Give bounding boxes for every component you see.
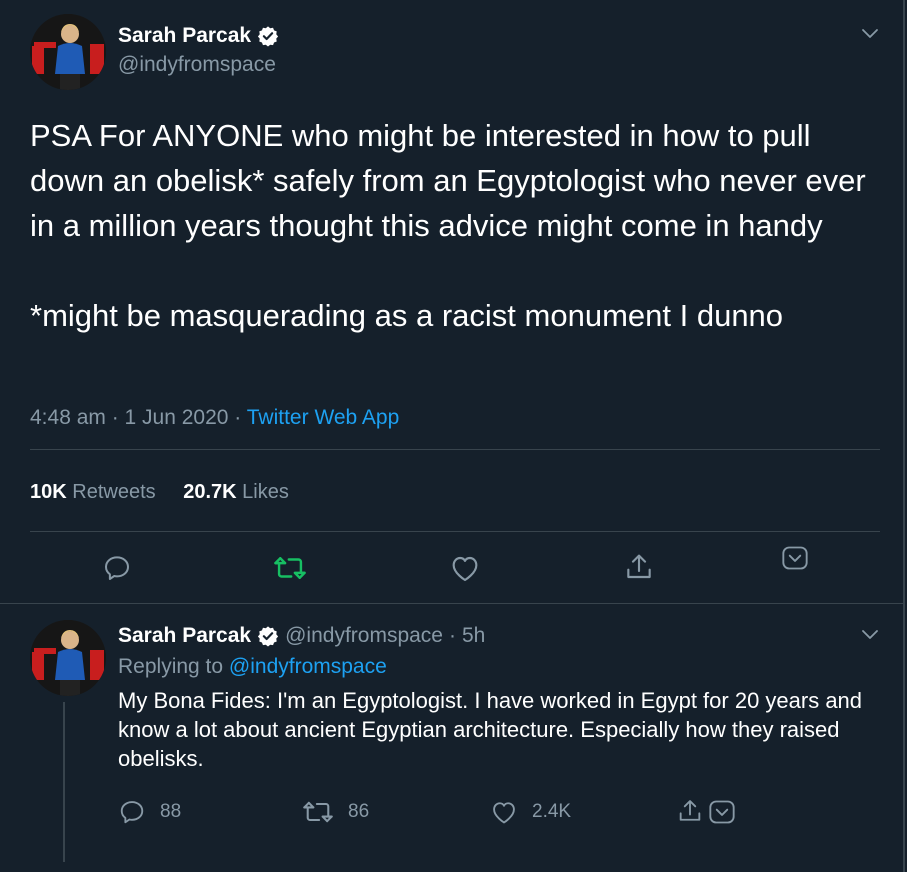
like-count: 2.4K: [532, 801, 572, 822]
likes-stat[interactable]: 20.7K Likes: [183, 481, 289, 503]
chevron-down-icon[interactable]: [781, 545, 809, 571]
likes-count: 20.7K: [183, 481, 237, 503]
reply-icon: [120, 801, 144, 824]
tweet-text-paragraph: PSA For ANYONE who might be interested i…: [30, 118, 866, 243]
author-name[interactable]: Sarah Parcak: [118, 624, 251, 648]
reply-count: 88: [160, 801, 182, 822]
avatar[interactable]: [30, 620, 106, 696]
avatar[interactable]: [30, 14, 106, 90]
chevron-down-icon[interactable]: [708, 799, 736, 825]
tweet-timestamp[interactable]: 4:48 am · 1 Jun 2020: [30, 406, 228, 429]
replying-to: Replying to @indyfromspace: [118, 655, 387, 679]
author-handle[interactable]: @indyfromspace: [285, 624, 443, 648]
share-icon[interactable]: [676, 797, 704, 825]
engagement-stats: 10K Retweets 20.7K Likes: [30, 481, 311, 504]
retweet-count: 86: [348, 801, 370, 822]
divider: [0, 603, 903, 604]
verified-badge-icon: [258, 26, 279, 47]
meta-separator: ·: [228, 406, 247, 429]
retweet-icon[interactable]: [273, 553, 307, 583]
like-icon[interactable]: [449, 553, 481, 583]
divider: [30, 449, 880, 450]
verified-badge-icon: [258, 626, 279, 647]
retweet-button[interactable]: 86: [302, 798, 369, 826]
replying-to-link[interactable]: @indyfromspace: [229, 655, 387, 678]
replying-label: Replying to: [118, 655, 224, 678]
chevron-down-icon[interactable]: [861, 629, 879, 641]
tweet-source-link[interactable]: Twitter Web App: [247, 406, 400, 429]
like-icon: [493, 802, 515, 824]
reply-text: My Bona Fides: I'm an Egyptologist. I ha…: [118, 688, 863, 771]
share-icon[interactable]: [623, 551, 655, 583]
author-handle[interactable]: @indyfromspace: [118, 53, 276, 77]
tweet-text-paragraph: *might be masquerading as a racist monum…: [30, 298, 784, 333]
retweets-stat[interactable]: 10K Retweets: [30, 481, 156, 503]
reply-icon[interactable]: [102, 553, 132, 583]
author-name[interactable]: Sarah Parcak: [118, 24, 279, 48]
reply-header: Sarah Parcak @indyfromspace · 5h: [118, 624, 485, 648]
reply-button[interactable]: 88: [118, 798, 181, 826]
thread-line: [63, 702, 65, 862]
retweet-icon: [303, 801, 333, 823]
tweet-meta: 4:48 am · 1 Jun 2020 · Twitter Web App: [30, 406, 399, 430]
retweets-label: Retweets: [72, 481, 156, 503]
retweets-count: 10K: [30, 481, 67, 503]
like-button[interactable]: 2.4K: [490, 798, 571, 826]
timeline-border: [903, 0, 905, 872]
meta-separator: ·: [449, 624, 456, 647]
tweet-time[interactable]: 5h: [462, 624, 485, 648]
likes-label: Likes: [242, 481, 289, 503]
tweet-text: PSA For ANYONE who might be interested i…: [30, 113, 890, 338]
divider: [30, 531, 880, 532]
chevron-down-icon[interactable]: [861, 28, 879, 40]
